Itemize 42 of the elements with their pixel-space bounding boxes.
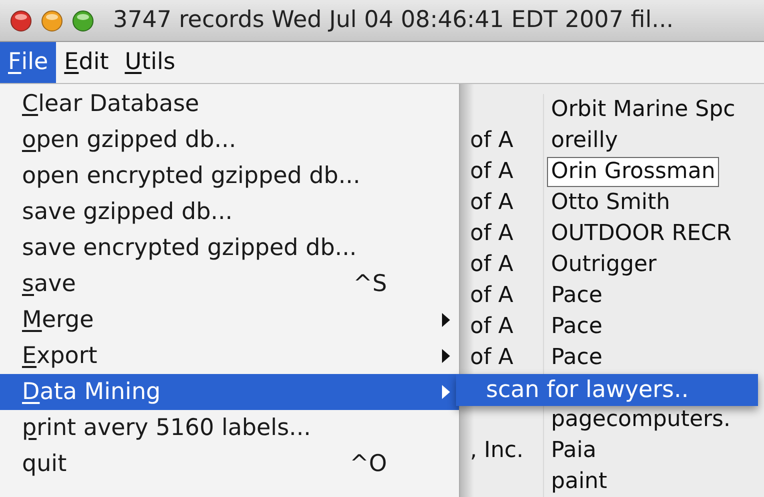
table-cell-text: Paia bbox=[550, 437, 598, 465]
menu-item[interactable]: Clear Database bbox=[0, 86, 459, 122]
menu-item[interactable]: Merge bbox=[0, 302, 459, 338]
table-cell-text: Pace bbox=[550, 344, 604, 372]
zoom-icon[interactable] bbox=[72, 10, 94, 32]
table-cell-text: Orbit Marine Spc bbox=[550, 96, 736, 124]
table-cell-text: paint bbox=[550, 468, 608, 496]
menu-item[interactable]: Export bbox=[0, 338, 459, 374]
table-cell-text: pagecomputers. bbox=[550, 406, 732, 434]
table-cell-text: of A bbox=[470, 127, 514, 155]
table-cell-text: of A bbox=[470, 251, 514, 279]
shortcut-label: ^S bbox=[353, 270, 387, 299]
table-cell-text: of A bbox=[470, 189, 514, 217]
menu-item[interactable]: quit ^O bbox=[0, 446, 459, 482]
table-cell-text: of A bbox=[470, 158, 514, 186]
menu-item[interactable]: scan for lawyers.. bbox=[456, 374, 758, 406]
menu-item[interactable]: open encrypted gzipped db... bbox=[0, 158, 459, 194]
menu-item[interactable]: open gzipped db... bbox=[0, 122, 459, 158]
menu-title[interactable]: Edit bbox=[56, 42, 117, 83]
table-cell-text: of A bbox=[470, 220, 514, 248]
menu-title[interactable]: File bbox=[0, 42, 56, 83]
table-cell-text: Pace bbox=[550, 282, 604, 310]
table-cell-text: Otto Smith bbox=[550, 189, 672, 217]
menu-item[interactable]: save ^S bbox=[0, 266, 459, 302]
table-cell-text: of A bbox=[470, 344, 514, 372]
shortcut-label: ^O bbox=[350, 450, 387, 479]
cell-editor-field[interactable]: Orin Grossman bbox=[547, 156, 720, 186]
menu-item[interactable]: print avery 5160 labels... bbox=[0, 410, 459, 446]
window-title: 3747 records Wed Jul 04 08:46:41 EDT 2007 fil... bbox=[113, 6, 674, 36]
menu-item[interactable]: save encrypted gzipped db... bbox=[0, 230, 459, 266]
menu-title[interactable]: Utils bbox=[116, 42, 184, 83]
table-cell-text: oreilly bbox=[550, 127, 619, 155]
menu-item[interactable]: Data Mining bbox=[0, 374, 459, 410]
table-cell-text: Outrigger bbox=[550, 251, 658, 279]
minimize-icon[interactable] bbox=[41, 10, 63, 32]
table-cell-text: of A bbox=[470, 313, 514, 341]
close-icon[interactable] bbox=[10, 10, 32, 32]
table-cell-text: , Inc. bbox=[470, 437, 524, 465]
table-cell-text: OUTDOOR RECR bbox=[550, 220, 733, 248]
menu-item[interactable]: save gzipped db... bbox=[0, 194, 459, 230]
table-cell-text: Pace bbox=[550, 313, 604, 341]
table-cell-text: of A bbox=[470, 282, 514, 310]
